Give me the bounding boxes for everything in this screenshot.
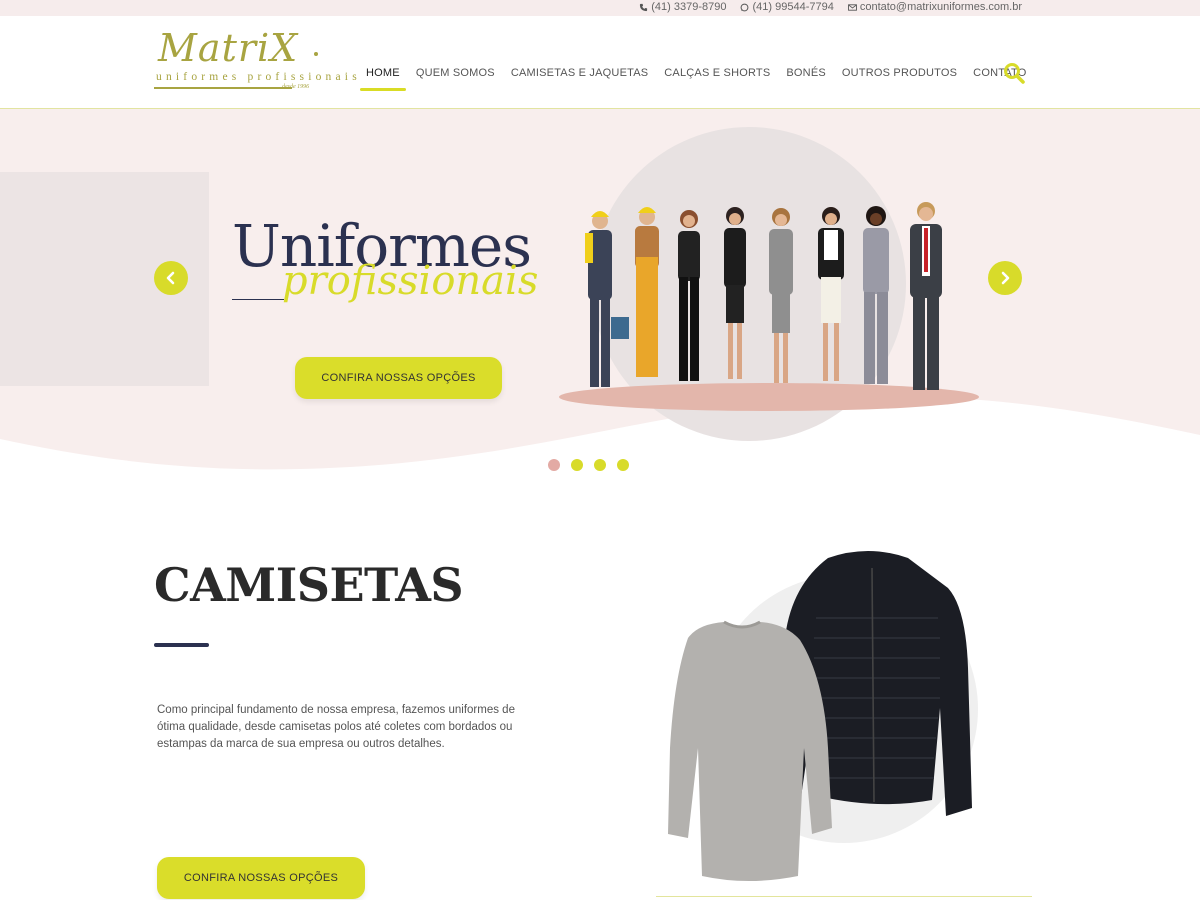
products-image: [668, 551, 972, 881]
logo-since: desde 1996: [282, 84, 310, 90]
phone-number: (41) 3379-8790: [651, 1, 727, 13]
hero-title-rule: [232, 299, 284, 300]
product-divider: [656, 896, 1032, 897]
section-cta-button[interactable]: CONFIRA NOSSAS OPÇÕES: [157, 857, 365, 899]
nav-item-bones[interactable]: BONÉS: [778, 65, 834, 87]
top-bar: (41) 3379-8790 (41) 99544-7794 contato@m…: [0, 0, 1200, 16]
professionals-group-image: [559, 202, 979, 411]
nav-item-camisetas-jaquetas[interactable]: CAMISETAS E JAQUETAS: [503, 65, 656, 87]
chevron-left-icon: [166, 271, 175, 285]
section-description: Como principal fundamento de nossa empre…: [157, 704, 515, 750]
whatsapp-number: (41) 99544-7794: [752, 1, 834, 13]
envelope-icon: [847, 3, 857, 11]
nav-item-quem-somos[interactable]: QUEM SOMOS: [408, 65, 503, 87]
hero-cta-button[interactable]: CONFIRA NOSSAS OPÇÕES: [295, 357, 502, 399]
phone-contact[interactable]: (41) 3379-8790: [639, 1, 726, 13]
section-title: CAMISETAS: [154, 558, 464, 612]
slider-pagination: [548, 459, 629, 471]
section-title-rule: [154, 643, 209, 647]
whatsapp-contact[interactable]: (41) 99544-7794: [740, 1, 834, 13]
slide-dot-2[interactable]: [571, 459, 583, 471]
whatsapp-icon: [741, 3, 749, 11]
search-icon: [1004, 63, 1025, 84]
logo-underline: [154, 87, 292, 89]
matrix-logo[interactable]: MatriX uniformes profissionais desde 199…: [154, 26, 357, 94]
logo-dot: [314, 52, 318, 56]
hero-subtitle: profissionais: [282, 258, 539, 304]
search-button[interactable]: [1002, 61, 1026, 85]
slide-dot-4[interactable]: [617, 459, 629, 471]
email-contact[interactable]: contato@matrixuniformes.com.br: [847, 1, 1022, 13]
chevron-right-icon: [1001, 271, 1010, 285]
contact-list: (41) 3379-8790 (41) 99544-7794 contato@m…: [639, 1, 1022, 13]
logo-tagline: uniformes profissionais: [156, 71, 361, 83]
slide-dot-1[interactable]: [548, 459, 560, 471]
slider-prev-button[interactable]: [154, 261, 188, 295]
email-address: contato@matrixuniformes.com.br: [859, 1, 1022, 13]
site-header: MatriX uniformes profissionais desde 199…: [0, 16, 1200, 109]
nav-item-home[interactable]: HOME: [358, 65, 408, 91]
nav-item-calcas-shorts[interactable]: CALÇAS E SHORTS: [656, 65, 778, 87]
nav-item-outros-produtos[interactable]: OUTROS PRODUTOS: [834, 65, 965, 87]
slide-dot-3[interactable]: [594, 459, 606, 471]
main-nav: HOME QUEM SOMOS CAMISETAS E JAQUETAS CAL…: [358, 65, 1035, 91]
phone-icon: [640, 3, 648, 11]
logo-wordmark: MatriX: [158, 26, 299, 70]
slider-next-button[interactable]: [988, 261, 1022, 295]
hero-slider: Uniformes profissionais CONFIRA NOSSAS O…: [0, 109, 1200, 489]
